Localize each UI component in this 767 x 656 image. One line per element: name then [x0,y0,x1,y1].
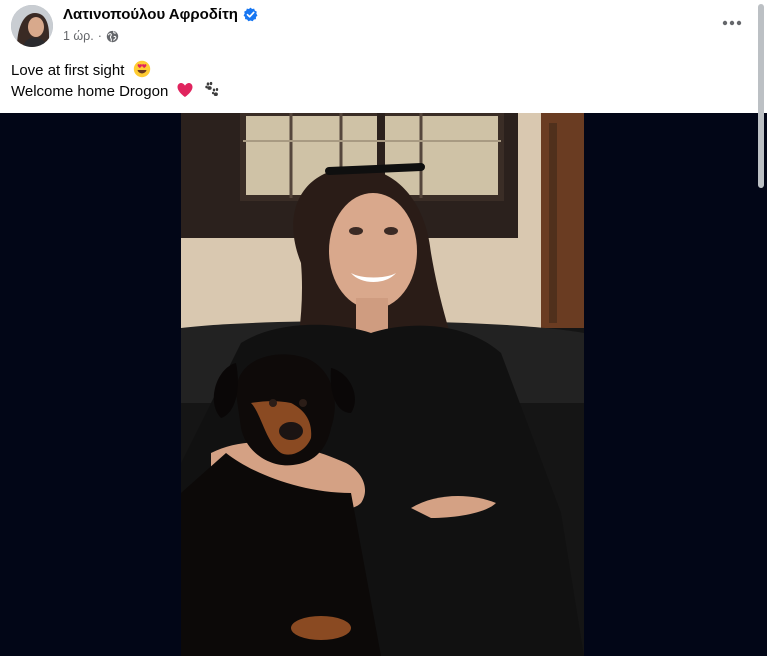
caption-line-2: Welcome home Drogon [11,81,221,102]
photo-woman-with-puppy [181,113,584,656]
caption-text-1: Love at first sight [11,62,125,79]
post-meta: 1 ώρ. · [63,29,119,43]
meta-separator: · [97,29,102,43]
post-photo[interactable] [181,113,584,656]
red-heart-emoji [177,83,193,97]
verified-badge-icon [243,7,258,22]
paw-prints-emoji [204,81,218,96]
post-media[interactable] [0,113,767,656]
post-time[interactable]: 1 ώρ. [63,29,94,43]
post-header: Λατινοπούλου Αφροδίτη 1 ώρ. · [0,0,767,56]
caption-line-1: Love at first sight [11,60,221,81]
post-caption: Love at first sight Welcome home Drogon [11,60,221,102]
facebook-post: Λατινοπούλου Αφροδίτη 1 ώρ. · Love at fi [0,0,767,656]
scrollbar-thumb[interactable] [758,4,764,188]
more-options-icon [722,20,742,26]
author-avatar[interactable] [11,5,53,47]
more-options-button[interactable] [719,10,745,36]
caption-text-2: Welcome home Drogon [11,83,169,100]
avatar-image [11,5,53,47]
author-name[interactable]: Λατινοπούλου Αφροδίτη [63,6,238,23]
author-name-row: Λατινοπούλου Αφροδίτη [63,6,258,23]
globe-icon[interactable] [106,30,119,43]
vertical-scrollbar[interactable] [755,0,767,656]
heart-eyes-emoji [133,60,150,78]
